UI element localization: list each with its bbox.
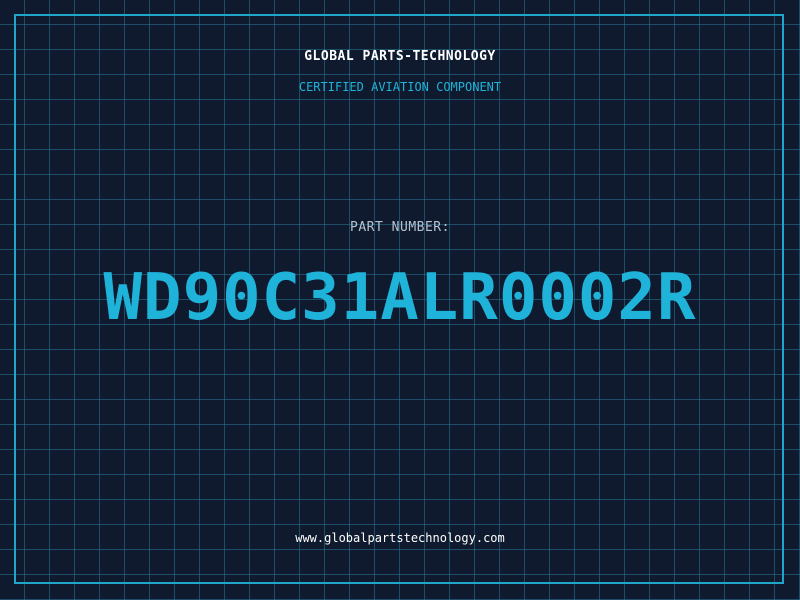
website-url: www.globalpartstechnology.com bbox=[295, 531, 505, 545]
certification-subtitle: CERTIFIED AVIATION COMPONENT bbox=[298, 80, 502, 94]
part-number-value: WD90C31ALR0002R bbox=[103, 261, 697, 335]
company-name: GLOBAL PARTS-TECHNOLOGY bbox=[304, 49, 496, 64]
part-number-label: PART NUMBER: bbox=[350, 220, 450, 235]
part-label-card: GLOBAL PARTS-TECHNOLOGY CERTIFIED AVIATI… bbox=[0, 0, 800, 600]
